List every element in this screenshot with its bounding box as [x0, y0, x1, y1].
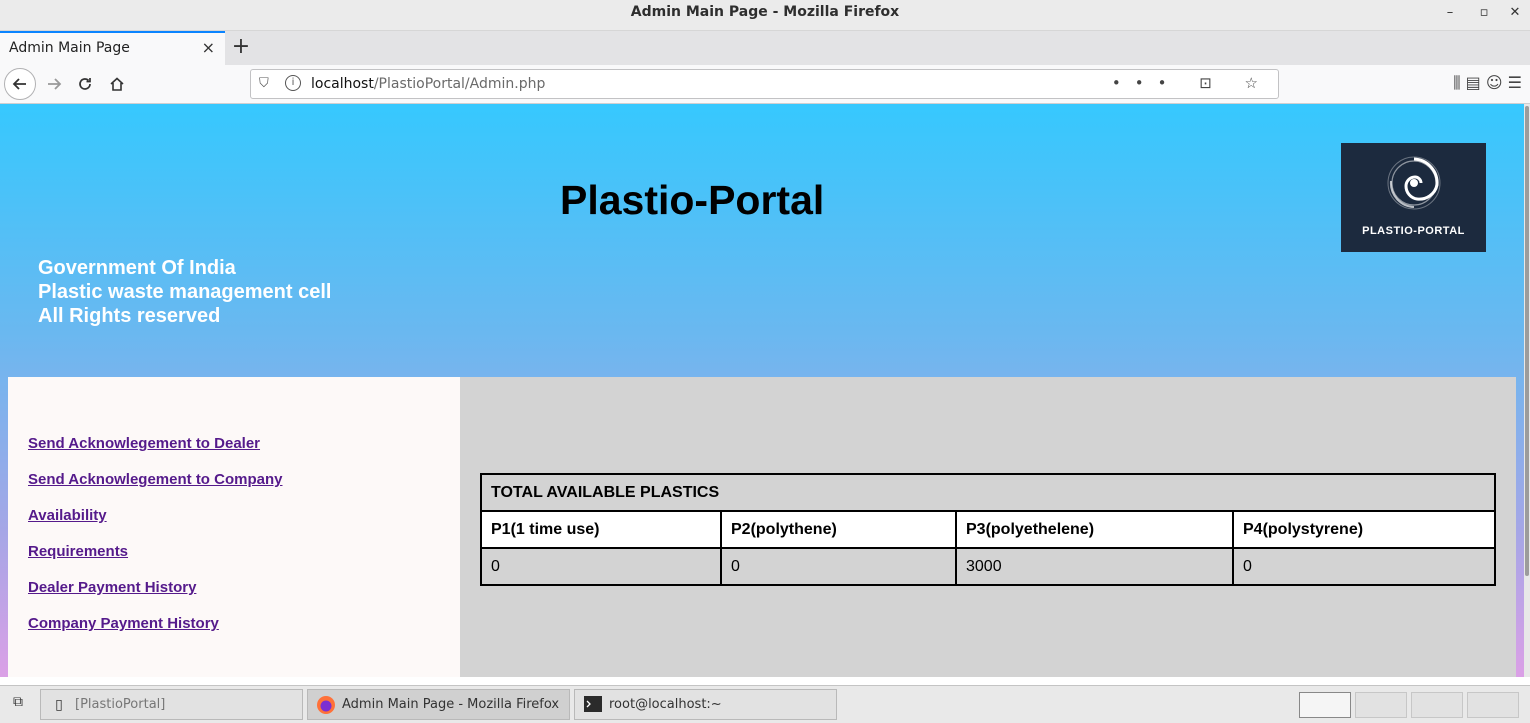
plastio-portal-logo: PLASTIO-PORTAL — [1341, 143, 1486, 252]
tracking-shield-icon[interactable]: ⛉ — [259, 76, 269, 91]
new-tab-button[interactable]: + — [229, 33, 253, 61]
sidebar-link-requirements[interactable]: Requirements — [28, 543, 128, 560]
column-header-p2: P2(polythene) — [720, 510, 957, 549]
total-plastics-table: TOTAL AVAILABLE PLASTICS P1(1 time use) … — [480, 473, 1496, 586]
task-label: root@localhost:~ — [609, 697, 722, 712]
taskbar-item-firefox[interactable]: Admin Main Page - Mozilla Firefox — [307, 689, 570, 720]
reload-button[interactable] — [70, 69, 100, 99]
table-caption: TOTAL AVAILABLE PLASTICS — [480, 473, 1496, 512]
page-scrollbar[interactable] — [1524, 104, 1530, 677]
tab-close-icon[interactable]: × — [202, 38, 215, 57]
minimize-button[interactable]: – — [1440, 4, 1460, 22]
task-label: [PlastioPortal] — [75, 697, 166, 712]
column-header-p1: P1(1 time use) — [480, 510, 722, 549]
sidebar-link-ack-company[interactable]: Send Acknowlegement to Company — [28, 471, 282, 488]
table-cell-p1: 0 — [480, 547, 722, 586]
home-icon — [110, 77, 124, 91]
swirl-logo-icon — [1387, 156, 1441, 210]
show-desktop-icon[interactable]: ⧉ — [6, 694, 30, 716]
page-actions-icons[interactable]: ••• ⊡ ☆ — [1112, 74, 1272, 92]
url-bar[interactable]: ⛉ i localhost/PlastioPortal/Admin.php ••… — [250, 69, 1279, 99]
home-button[interactable] — [102, 69, 132, 99]
table-cell-p3: 3000 — [955, 547, 1234, 586]
main-panel: TOTAL AVAILABLE PLASTICS P1(1 time use) … — [460, 377, 1516, 677]
forward-arrow-icon — [48, 78, 62, 90]
close-window-button[interactable]: ✕ — [1505, 4, 1525, 22]
government-info: Government Of India Plastic waste manage… — [38, 256, 331, 328]
firefox-icon — [316, 695, 336, 715]
gov-line: Plastic waste management cell — [38, 281, 332, 303]
workspace-1[interactable] — [1299, 692, 1351, 718]
gov-line: Government Of India — [38, 257, 236, 279]
table-cell-p4: 0 — [1232, 547, 1496, 586]
taskbar: ⧉ ▯ [PlastioPortal] Admin Main Page - Mo… — [0, 685, 1530, 723]
back-arrow-icon — [12, 78, 26, 90]
page-content: Plastio-Portal Government Of India Plast… — [0, 104, 1524, 677]
tab-title: Admin Main Page — [9, 40, 130, 56]
forward-button[interactable] — [39, 69, 69, 99]
sidebar-link-company-payment-history[interactable]: Company Payment History — [28, 615, 219, 632]
site-title: Plastio-Portal — [560, 177, 825, 223]
window-titlebar: Admin Main Page - Mozilla Firefox – ▫ ✕ — [0, 0, 1530, 31]
navigation-toolbar: ⛉ i localhost/PlastioPortal/Admin.php ••… — [0, 65, 1530, 104]
toolbar-icons[interactable]: ⫼ ▤ ☺ ☰ — [1453, 73, 1522, 93]
terminal-icon — [583, 695, 603, 715]
gov-line: All Rights reserved — [38, 305, 221, 327]
taskbar-item-file-manager[interactable]: ▯ [PlastioPortal] — [40, 689, 303, 720]
window-title: Admin Main Page - Mozilla Firefox — [630, 4, 900, 20]
table-header-row: P1(1 time use) P2(polythene) P3(polyethe… — [480, 510, 1496, 549]
sidebar-link-availability[interactable]: Availability — [28, 507, 107, 524]
url-text[interactable]: localhost/PlastioPortal/Admin.php — [311, 76, 545, 92]
workspace-4[interactable] — [1467, 692, 1519, 718]
workspace-3[interactable] — [1411, 692, 1463, 718]
maximize-button[interactable]: ▫ — [1474, 4, 1494, 22]
table-cell-p2: 0 — [720, 547, 957, 586]
workspace-2[interactable] — [1355, 692, 1407, 718]
logo-text: PLASTIO-PORTAL — [1362, 225, 1465, 237]
sidebar-link-ack-dealer[interactable]: Send Acknowlegement to Dealer — [28, 435, 260, 452]
tab-admin-main-page[interactable]: Admin Main Page × — [0, 31, 225, 65]
sidebar-link-dealer-payment-history[interactable]: Dealer Payment History — [28, 579, 196, 596]
folder-icon: ▯ — [55, 697, 63, 713]
reload-icon — [79, 78, 91, 90]
task-label: Admin Main Page - Mozilla Firefox — [342, 697, 560, 712]
table-row: 0 0 3000 0 — [480, 547, 1496, 586]
taskbar-item-terminal[interactable]: root@localhost:~ — [574, 689, 837, 720]
admin-sidebar: Send Acknowlegement to Dealer Send Ackno… — [8, 377, 460, 677]
scrollbar-thumb[interactable] — [1525, 106, 1529, 576]
column-header-p3: P3(polyethelene) — [955, 510, 1234, 549]
back-button[interactable] — [4, 68, 36, 100]
site-info-icon[interactable]: i — [285, 75, 301, 91]
table-caption-row: TOTAL AVAILABLE PLASTICS — [480, 473, 1496, 512]
tab-strip: Admin Main Page × + — [0, 31, 1530, 65]
column-header-p4: P4(polystyrene) — [1232, 510, 1496, 549]
